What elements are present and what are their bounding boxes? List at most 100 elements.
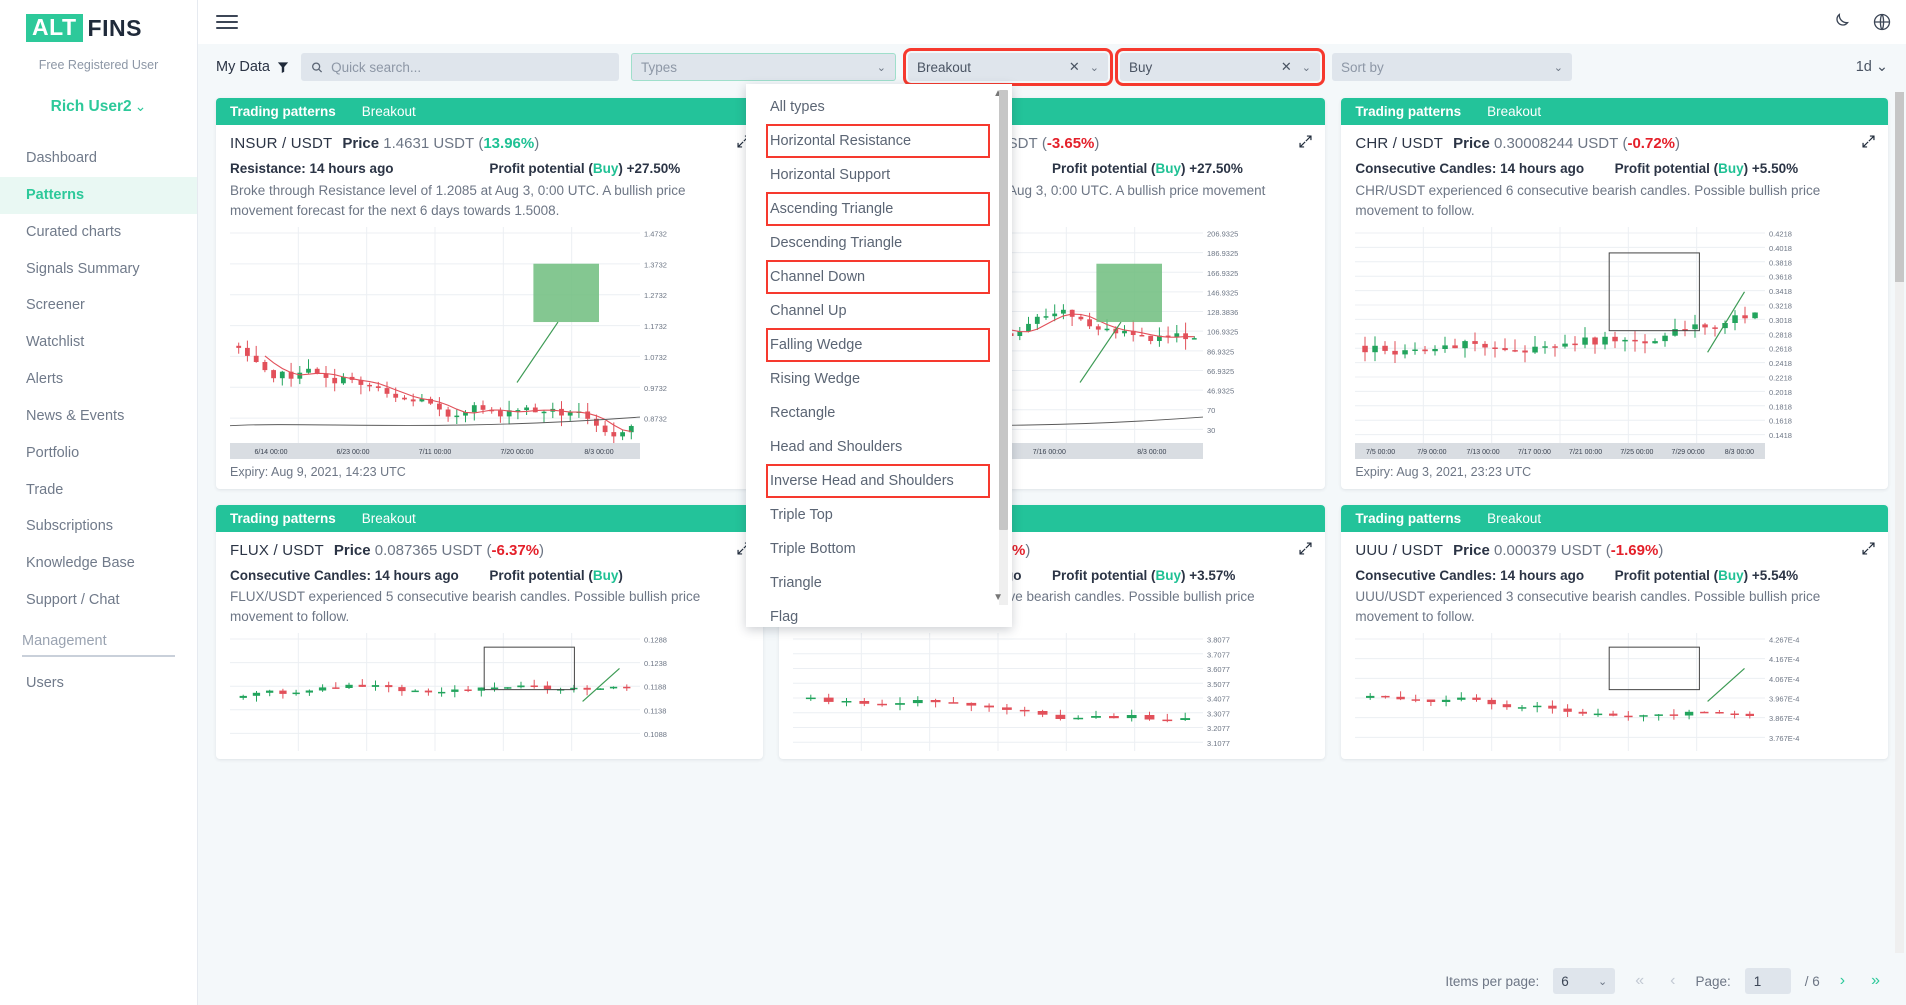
sidebar-item-subscriptions[interactable]: Subscriptions: [0, 508, 197, 545]
svg-text:86.9325: 86.9325: [1207, 347, 1234, 356]
card-category-label: Trading patterns: [230, 104, 336, 119]
svg-text:7/16 00:00: 7/16 00:00: [1032, 449, 1065, 456]
card-expiry-label: Expiry: Aug 3, 2021, 23:23 UTC: [1355, 464, 1532, 479]
types-select[interactable]: Types ⌄: [631, 53, 896, 81]
svg-text:8/3 00:00: 8/3 00:00: [584, 449, 613, 456]
dropdown-scrollbar-thumb[interactable]: [999, 90, 1008, 530]
sidebar-item-news-events[interactable]: News & Events: [0, 398, 197, 435]
items-per-page-select[interactable]: 6 ⌄: [1553, 968, 1616, 994]
sidebar-item-support-chat[interactable]: Support / Chat: [0, 582, 197, 619]
dropdown-option-horizontal-resistance[interactable]: Horizontal Resistance: [766, 124, 990, 158]
scroll-down-icon[interactable]: ▼: [993, 592, 1003, 603]
card-description: CHR/USDT experienced 6 consecutive beari…: [1355, 182, 1821, 218]
sidebar-item-curated-charts[interactable]: Curated charts: [0, 214, 197, 251]
expand-icon[interactable]: [1298, 541, 1313, 556]
logo[interactable]: ALT FINS: [0, 0, 197, 42]
card-profit-label: Profit potential: [489, 567, 585, 583]
my-data-button[interactable]: My Data: [216, 59, 289, 75]
dropdown-option-falling-wedge[interactable]: Falling Wedge: [766, 328, 990, 362]
globe-icon[interactable]: [1872, 12, 1892, 32]
chevron-down-icon: ⌄: [1875, 59, 1888, 75]
card-profit-value: +3.57%: [1189, 567, 1236, 583]
svg-text:0.4218: 0.4218: [1769, 229, 1792, 238]
dropdown-option-channel-up[interactable]: Channel Up: [746, 294, 1012, 328]
sidebar-item-patterns[interactable]: Patterns: [0, 176, 197, 214]
prev-page-button[interactable]: ‹: [1664, 972, 1681, 990]
card-chart[interactable]: 0.1288 0.1238 0.1188 0.1138 0.1088: [230, 633, 749, 751]
pattern-card[interactable]: Trading patterns Breakout CHR / USDT Price …: [1341, 98, 1888, 489]
card-chart[interactable]: 1.4732 1.3732 1.2732 1.1732 1.0732 0.9732 0.87…: [230, 226, 749, 459]
svg-text:7/17 00:00: 7/17 00:00: [1518, 449, 1551, 456]
clear-icon[interactable]: ✕: [1069, 59, 1080, 75]
card-category-label: Trading patterns: [1355, 510, 1462, 526]
next-page-button[interactable]: ›: [1834, 972, 1851, 990]
search-input[interactable]: [331, 59, 609, 75]
dropdown-option-all-types[interactable]: All types: [746, 90, 1012, 124]
user-menu[interactable]: Rich User2 ⌄: [0, 98, 197, 116]
dropdown-option-triangle[interactable]: Triangle: [746, 566, 1012, 600]
dropdown-option-channel-down[interactable]: Channel Down: [766, 260, 990, 294]
svg-text:0.1288: 0.1288: [644, 636, 667, 645]
dropdown-option-flag[interactable]: Flag: [746, 600, 1012, 627]
sidebar-item-portfolio[interactable]: Portfolio: [0, 435, 197, 472]
card-profit-block: Profit potential (Buy) +27.50%: [489, 161, 681, 176]
chevron-down-icon: ⌄: [134, 98, 147, 114]
card-title-row: INSUR / USDT Price 1.4631 USDT (13.96%): [230, 135, 540, 152]
dropdown-option-triple-top[interactable]: Triple Top: [746, 498, 1012, 532]
expand-icon[interactable]: [1861, 134, 1876, 149]
pattern-card[interactable]: Trading patterns Breakout INSUR / USDT Pric…: [216, 98, 763, 489]
timeframe-label: 1d: [1855, 59, 1872, 75]
svg-text:6/23 00:00: 6/23 00:00: [336, 449, 369, 456]
sidebar-item-dashboard[interactable]: Dashboard: [0, 140, 197, 177]
sort-select[interactable]: Sort by ⌄: [1332, 53, 1572, 81]
svg-text:3.5077: 3.5077: [1207, 680, 1230, 689]
svg-text:66.9325: 66.9325: [1207, 366, 1234, 375]
content-scrollbar-thumb[interactable]: [1895, 92, 1904, 282]
signal-select[interactable]: Breakout ✕ ⌄: [903, 48, 1113, 86]
dropdown-option-head-and-shoulders[interactable]: Head and Shoulders: [746, 430, 1012, 464]
card-chart[interactable]: 3.8077 3.7077 3.6077 3.5077 3.4077 3.3077 3.20…: [792, 633, 1312, 751]
dark-mode-icon[interactable]: [1830, 12, 1850, 32]
side-select[interactable]: Buy ✕ ⌄: [1115, 48, 1325, 86]
svg-text:0.1418: 0.1418: [1769, 431, 1792, 440]
main-content: My Data Types ⌄ Breakout ✕ ⌄ Buy ✕ ⌄: [198, 0, 1906, 1005]
card-chart[interactable]: 4.267E-4 4.167E-4 4.067E-4 3.967E-4 3.867E-4…: [1355, 633, 1874, 751]
dropdown-option-ascending-triangle[interactable]: Ascending Triangle: [766, 192, 990, 226]
card-header: Trading patterns Breakout: [1341, 504, 1888, 532]
card-change-value: -1.69%: [1610, 541, 1659, 559]
expand-icon[interactable]: [1298, 134, 1313, 149]
first-page-button[interactable]: «: [1629, 972, 1650, 990]
types-dropdown-menu[interactable]: All types Horizontal Resistance Horizontal…: [746, 84, 1012, 627]
sidebar-item-trade[interactable]: Trade: [0, 472, 197, 509]
last-page-button[interactable]: »: [1865, 972, 1886, 990]
sidebar-item-knowledge-base[interactable]: Knowledge Base: [0, 545, 197, 582]
timeframe-select[interactable]: 1d ⌄: [1856, 59, 1888, 75]
pattern-card[interactable]: Trading patterns Breakout FLUX / USDT Price…: [216, 504, 763, 760]
pattern-card[interactable]: Trading patterns Breakout UUU / USDT Price …: [1341, 504, 1888, 759]
dropdown-option-rectangle[interactable]: Rectangle: [746, 396, 1012, 430]
clear-icon[interactable]: ✕: [1281, 59, 1292, 75]
sidebar-item-signals-summary[interactable]: Signals Summary: [0, 251, 197, 288]
card-profit-value: +5.54%: [1751, 567, 1799, 583]
page-input[interactable]: 1: [1744, 968, 1791, 994]
dropdown-option-inverse-head-and-shoulders[interactable]: Inverse Head and Shoulders: [766, 464, 990, 498]
dropdown-option-rising-wedge[interactable]: Rising Wedge: [746, 362, 1012, 396]
app-root: ALT FINS Free Registered User Rich User2…: [0, 0, 1906, 1005]
dropdown-option-triple-bottom[interactable]: Triple Bottom: [746, 532, 1012, 566]
card-price-label: Price: [342, 135, 380, 152]
menu-toggle-icon[interactable]: [216, 11, 238, 33]
card-profit-side: Buy: [592, 161, 619, 176]
sidebar-item-users[interactable]: Users: [0, 665, 197, 702]
filter-icon: [277, 61, 289, 73]
dropdown-option-horizontal-support[interactable]: Horizontal Support: [746, 158, 1012, 192]
sidebar-item-watchlist[interactable]: Watchlist: [0, 324, 197, 361]
dropdown-option-descending-triangle[interactable]: Descending Triangle: [746, 226, 1012, 260]
card-body: FLUX / USDT Price 0.087365 USDT (-6.37%) C…: [216, 532, 763, 760]
card-chart[interactable]: 0.4218 0.4018 0.3818 0.3618 0.3418 0.3218 0.30…: [1355, 226, 1874, 459]
sidebar-item-screener[interactable]: Screener: [0, 287, 197, 324]
svg-text:146.9325: 146.9325: [1207, 288, 1238, 297]
expand-icon[interactable]: [1861, 541, 1876, 556]
search-box[interactable]: [301, 53, 619, 81]
card-profit-value: +27.50%: [626, 161, 681, 176]
sidebar-item-alerts[interactable]: Alerts: [0, 361, 197, 398]
